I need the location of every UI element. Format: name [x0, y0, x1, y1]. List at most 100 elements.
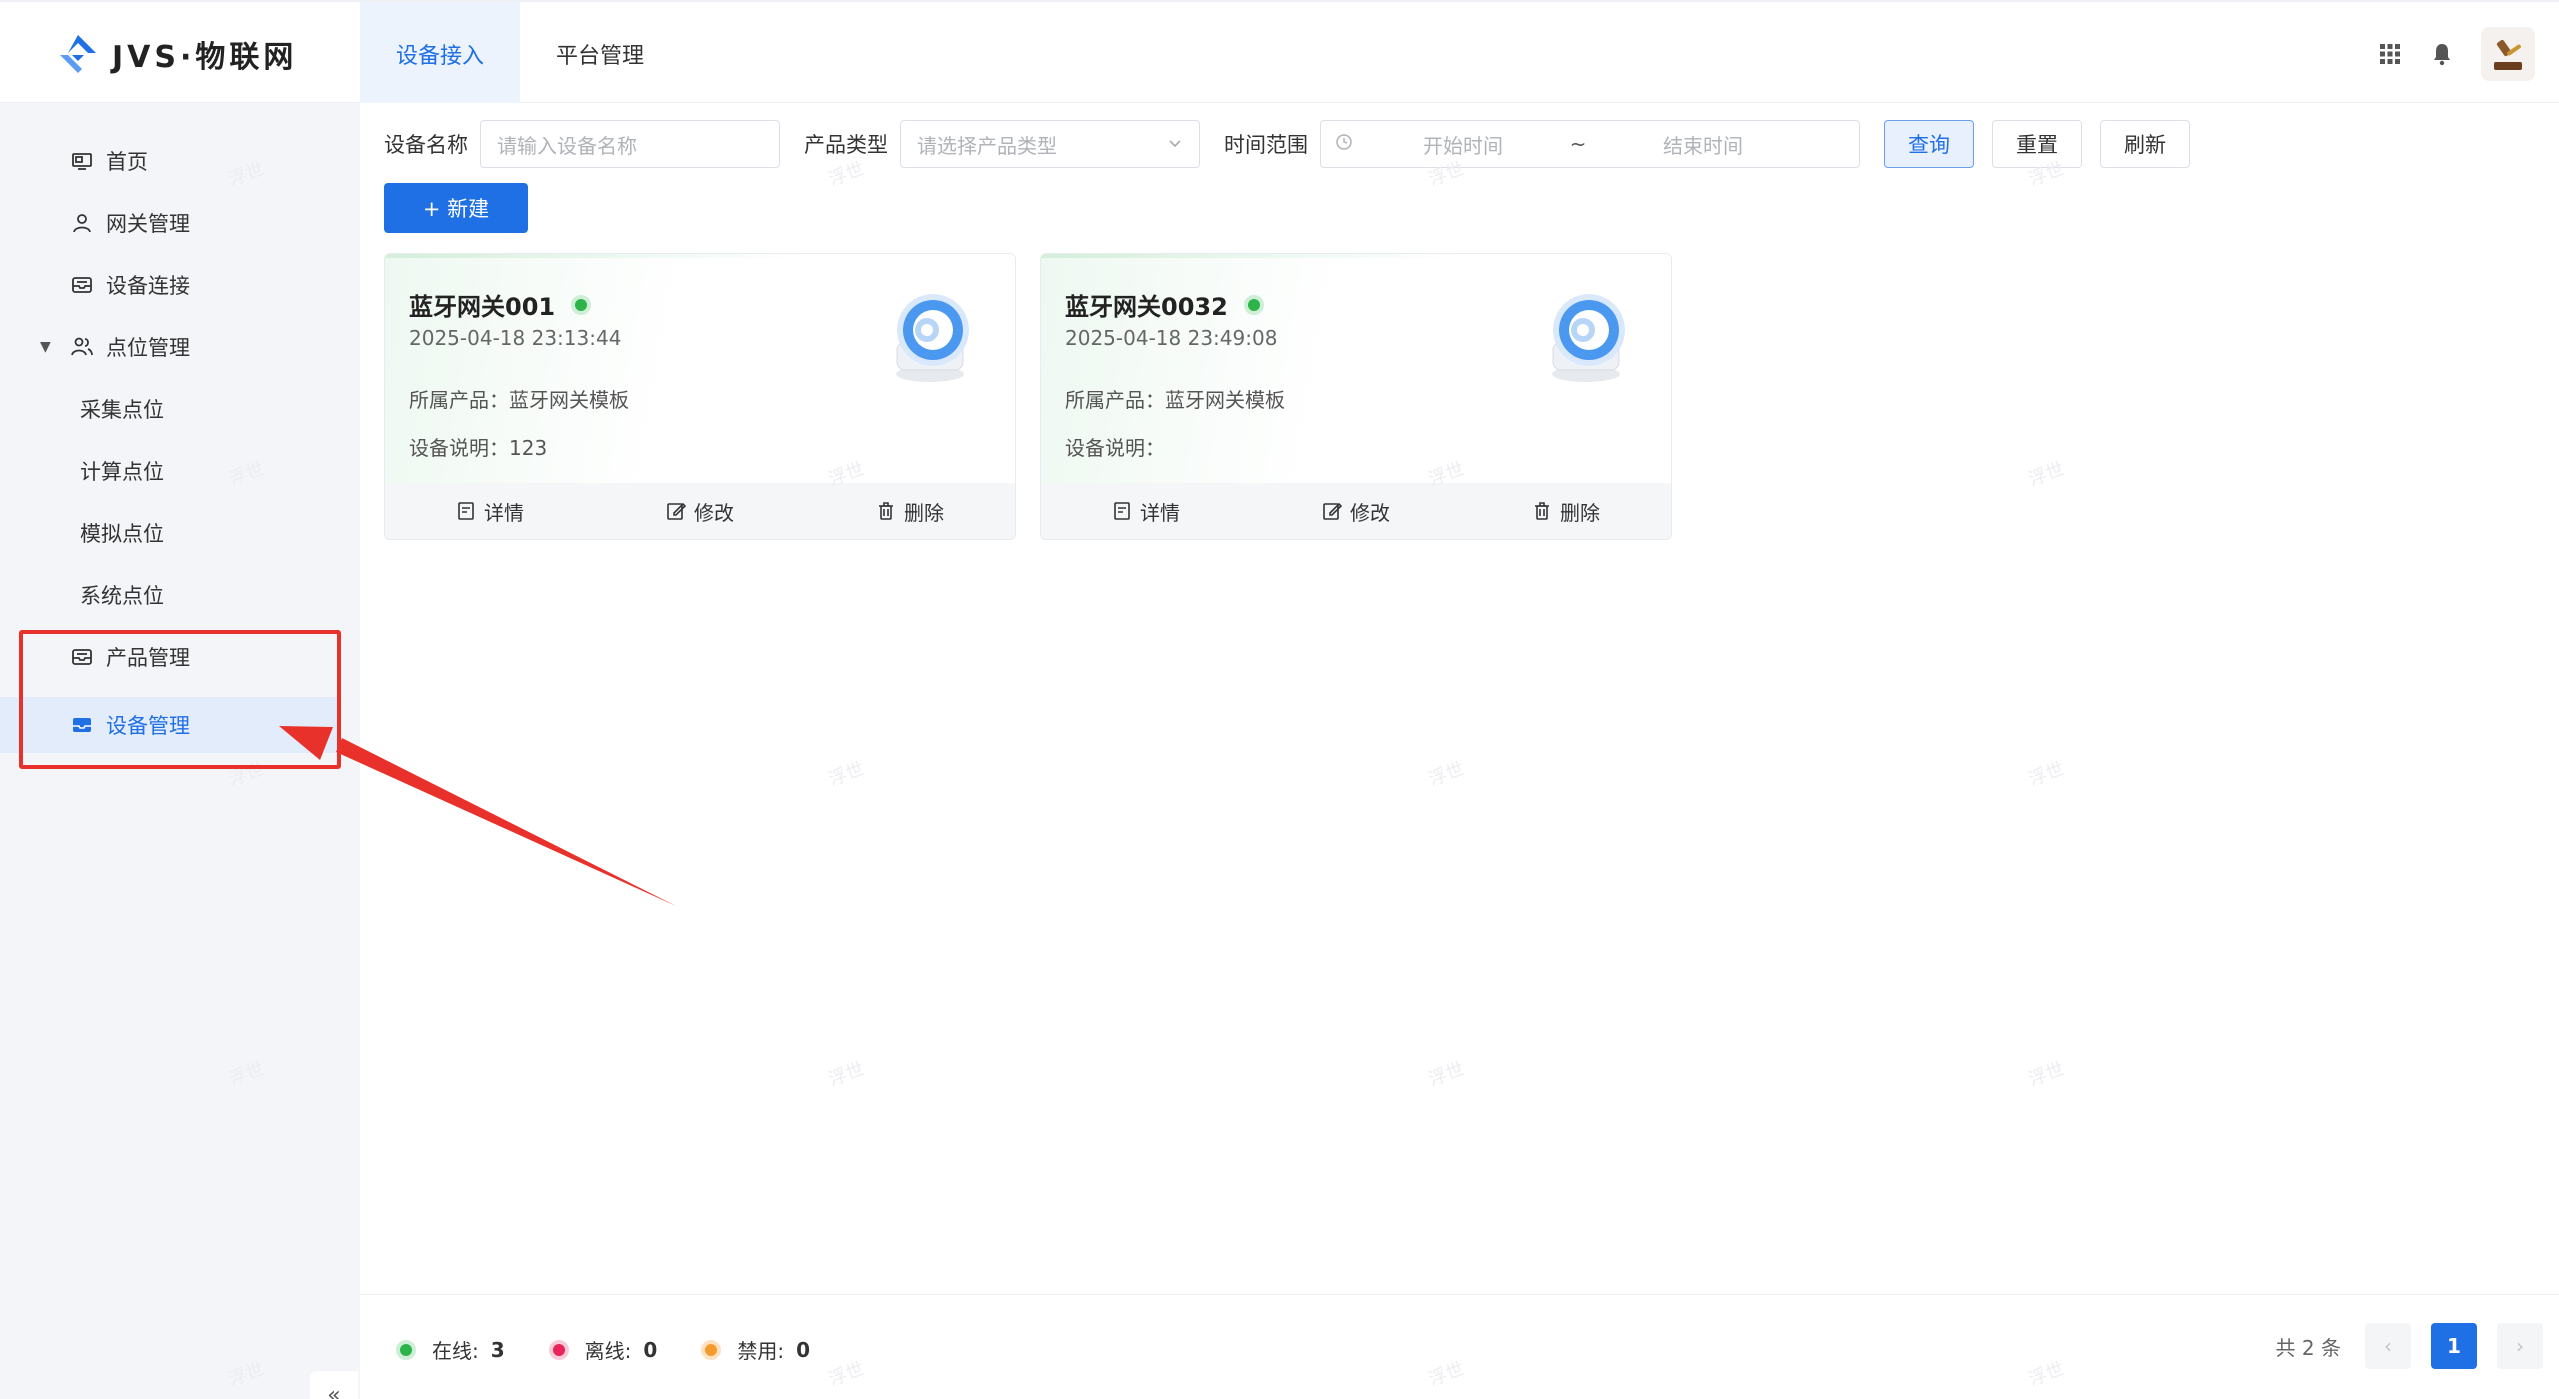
sidebar-collapse-button[interactable]: « — [310, 1371, 358, 1399]
sidebar-item-label: 产品管理 — [106, 646, 190, 670]
top-header: JVS·物联网 设备接入 平台管理 — [0, 0, 2559, 105]
card-top-accent — [385, 254, 805, 258]
legend-offline: 离线: 0 — [548, 1335, 658, 1364]
sidebar-item-point-management[interactable]: ▼ 点位管理 — [0, 319, 340, 375]
inbox-icon — [70, 645, 94, 669]
pagination: 共 2 条 ‹ 1 › — [2276, 1323, 2543, 1369]
end-time-input[interactable]: 结束时间 — [1603, 130, 1803, 159]
query-button[interactable]: 查询 — [1884, 120, 1974, 168]
detail-icon — [458, 502, 474, 520]
sidebar: 首页 网关管理 设备连接 ▼ 点位管理 采集点位 计算点位 模拟点位 系统点位 … — [0, 103, 360, 1399]
bell-icon[interactable] — [2429, 41, 2455, 67]
sidebar-item-label: 网关管理 — [106, 212, 190, 236]
time-range-label: 时间范围 — [1224, 133, 1308, 157]
user-avatar[interactable] — [2481, 27, 2535, 81]
sidebar-item-sim-point[interactable]: 模拟点位 — [0, 505, 340, 561]
legend-value: 0 — [643, 1337, 658, 1362]
sidebar-item-product-management[interactable]: 产品管理 — [0, 629, 340, 685]
tab-platform-management[interactable]: 平台管理 — [520, 2, 680, 105]
sidebar-item-device-management[interactable]: 设备管理 — [0, 697, 340, 753]
online-status-dot — [1243, 294, 1264, 315]
legend-label: 离线: — [584, 1339, 632, 1363]
legend-label: 禁用: — [737, 1339, 785, 1363]
sidebar-item-label: 点位管理 — [106, 336, 190, 360]
legend-value: 3 — [490, 1337, 505, 1362]
range-separator: ~ — [1569, 132, 1587, 156]
sidebar-item-device-connect[interactable]: 设备连接 — [0, 257, 340, 313]
device-image-icon — [896, 294, 969, 382]
time-range-picker[interactable]: 开始时间 ~ 结束时间 — [1320, 120, 1860, 168]
inbox-icon — [70, 713, 94, 737]
next-page-button[interactable]: › — [2497, 1323, 2543, 1369]
detail-button[interactable]: 详情 — [1041, 483, 1251, 539]
online-status-dot — [571, 294, 592, 315]
card-actions: 详情 修改 删除 — [385, 483, 1015, 539]
device-card[interactable]: 蓝牙网关001 2025-04-18 23:13:44 所属产品：蓝牙网关模板 … — [384, 253, 1016, 540]
device-name: 蓝牙网关0032 — [1065, 293, 1228, 321]
app-root: JVS·物联网 设备接入 平台管理 首页 网关管理 设备连接 ▼ 点位管理 采集… — [0, 0, 2559, 1399]
inbox-icon — [70, 273, 94, 297]
detail-button[interactable]: 详情 — [385, 483, 595, 539]
page-1-button[interactable]: 1 — [2431, 1323, 2477, 1369]
device-image-icon — [1552, 294, 1625, 382]
device-created-time: 2025-04-18 23:49:08 — [1065, 326, 1278, 350]
edit-label: 修改 — [694, 500, 734, 525]
delete-button[interactable]: 删除 — [1461, 483, 1671, 539]
app-logo[interactable]: JVS·物联网 — [56, 30, 297, 78]
legend-disabled: 禁用: 0 — [701, 1335, 810, 1364]
detail-icon — [1114, 502, 1130, 520]
edit-icon — [667, 502, 686, 520]
refresh-button[interactable]: 刷新 — [2100, 120, 2190, 168]
reset-button[interactable]: 重置 — [1992, 120, 2082, 168]
device-card[interactable]: 蓝牙网关0032 2025-04-18 23:49:08 所属产品：蓝牙网关模板… — [1040, 253, 1672, 540]
filter-bar: 设备名称 请输入设备名称 产品类型 请选择产品类型 时间范围 开始时间 ~ 结束… — [384, 119, 2190, 169]
card-top-accent — [1041, 254, 1461, 258]
logo-text: JVS·物联网 — [112, 40, 298, 75]
detail-label: 详情 — [1140, 500, 1180, 525]
caret-down-icon: ▼ — [40, 339, 51, 355]
legend-value: 0 — [796, 1337, 811, 1362]
delete-button[interactable]: 删除 — [805, 483, 1015, 539]
device-product: 所属产品：蓝牙网关模板 — [409, 388, 629, 412]
product-type-placeholder: 请选择产品类型 — [917, 133, 1057, 158]
sidebar-item-calc-point[interactable]: 计算点位 — [0, 443, 340, 499]
device-name: 蓝牙网关001 — [409, 293, 556, 321]
device-title: 蓝牙网关0032 — [1065, 287, 1264, 322]
device-name-input[interactable]: 请输入设备名称 — [480, 120, 780, 168]
delete-label: 删除 — [904, 500, 944, 525]
top-tabs: 设备接入 平台管理 — [360, 2, 680, 105]
sidebar-item-label: 设备管理 — [106, 714, 190, 738]
users-icon — [70, 335, 94, 359]
new-device-button[interactable]: + 新建 — [384, 183, 528, 233]
card-actions: 详情 修改 删除 — [1041, 483, 1671, 539]
sidebar-item-system-point[interactable]: 系统点位 — [0, 567, 340, 623]
pagination-total: 共 2 条 — [2275, 1335, 2341, 1360]
prev-page-button[interactable]: ‹ — [2365, 1323, 2411, 1369]
status-legend: 在线: 3 离线: 0 禁用: 0 — [396, 1335, 854, 1364]
tab-device-access[interactable]: 设备接入 — [360, 2, 521, 105]
sidebar-item-home[interactable]: 首页 — [0, 133, 340, 189]
edit-button[interactable]: 修改 — [1251, 483, 1461, 539]
detail-label: 详情 — [484, 500, 524, 525]
product-type-select[interactable]: 请选择产品类型 — [900, 120, 1200, 168]
online-dot — [396, 1339, 416, 1360]
sidebar-item-collect-point[interactable]: 采集点位 — [0, 381, 340, 437]
product-type-label: 产品类型 — [804, 133, 888, 157]
offline-dot — [548, 1339, 569, 1360]
edit-button[interactable]: 修改 — [595, 483, 805, 539]
sidebar-item-label: 采集点位 — [80, 398, 164, 422]
trash-icon — [879, 502, 893, 520]
sidebar-item-label: 系统点位 — [80, 584, 164, 608]
user-icon — [70, 211, 94, 235]
sidebar-item-gateway[interactable]: 网关管理 — [0, 195, 340, 251]
edit-label: 修改 — [1350, 500, 1390, 525]
device-description: 设备说明： — [1065, 436, 1165, 460]
apps-grid-icon[interactable] — [2377, 41, 2403, 67]
main-content: 设备名称 请输入设备名称 产品类型 请选择产品类型 时间范围 开始时间 ~ 结束… — [360, 103, 2559, 1399]
logo-icon — [60, 35, 96, 73]
device-title: 蓝牙网关001 — [409, 287, 592, 322]
disabled-dot — [701, 1339, 722, 1360]
start-time-input[interactable]: 开始时间 — [1373, 130, 1553, 159]
device-name-label: 设备名称 — [384, 133, 468, 157]
chevron-down-icon — [1167, 132, 1183, 156]
